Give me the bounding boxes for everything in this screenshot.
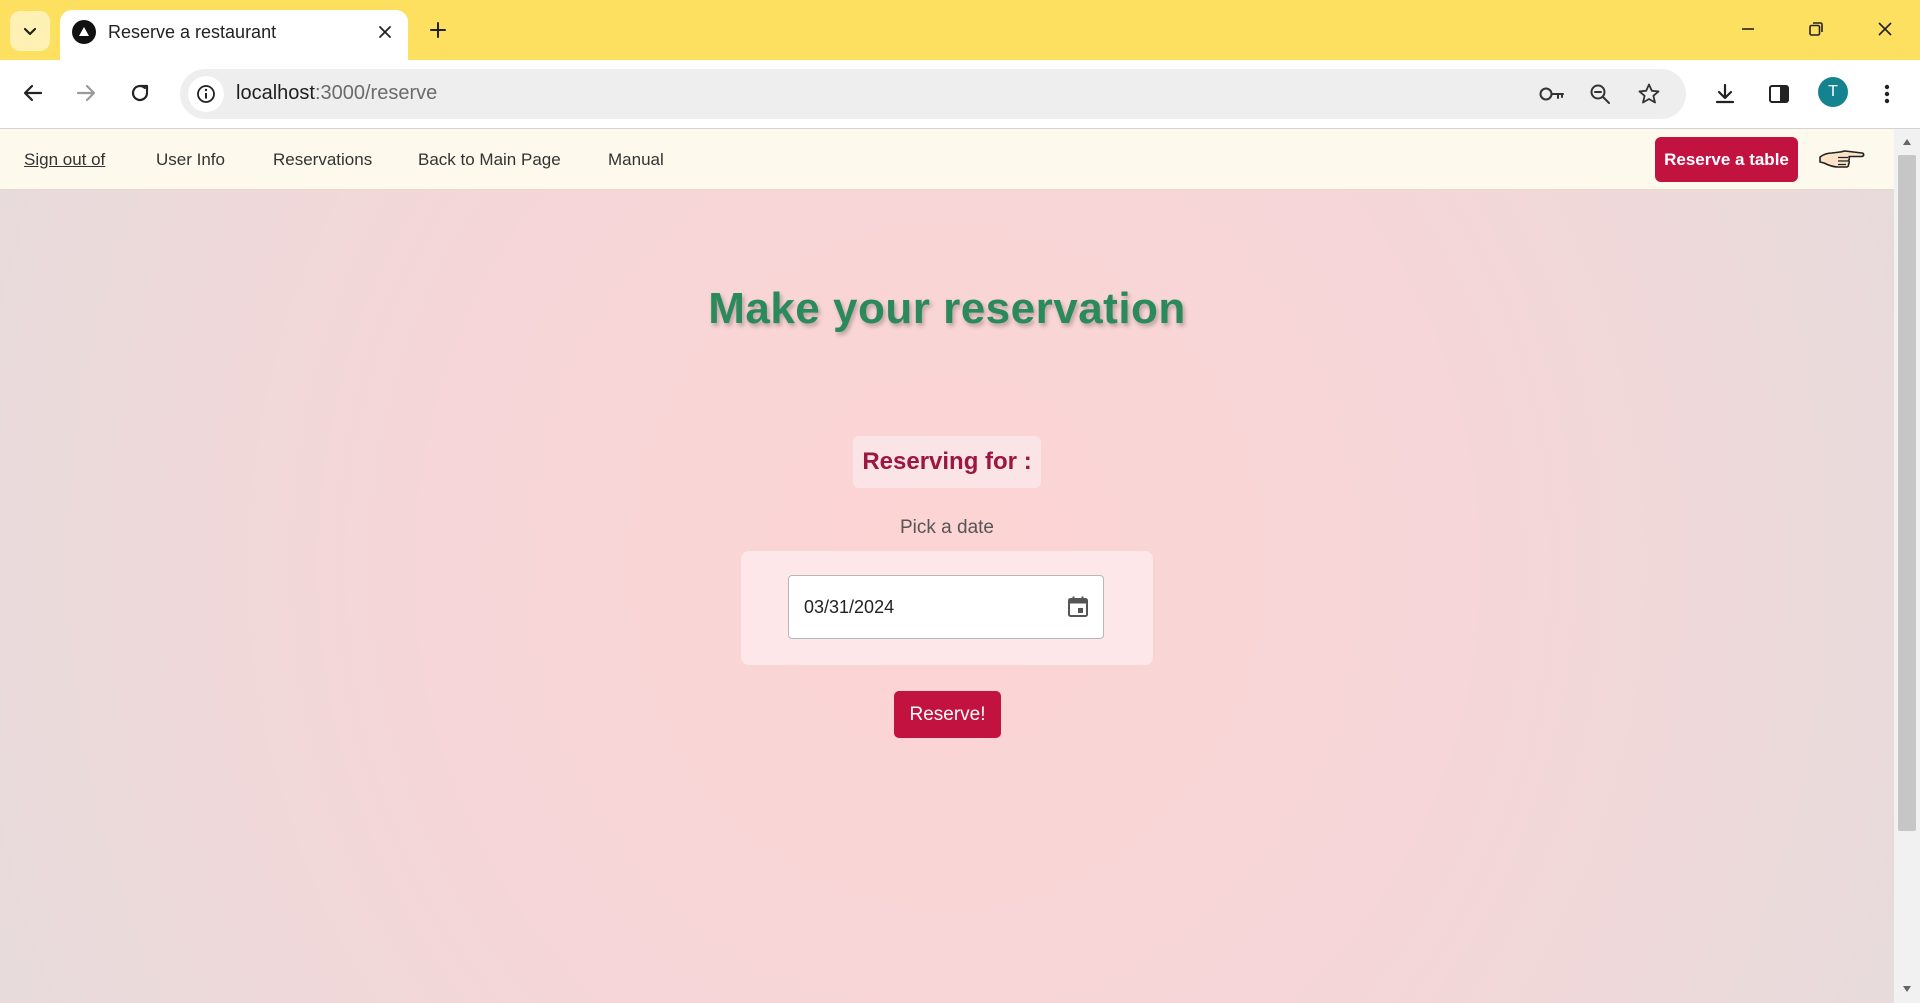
- user-info-link[interactable]: User Info: [156, 150, 225, 170]
- tab-active[interactable]: Reserve a restaurant: [60, 10, 408, 60]
- more-vertical-icon: [1884, 84, 1890, 104]
- arrow-left-icon: [23, 84, 43, 102]
- tab-title: Reserve a restaurant: [108, 22, 277, 42]
- page-scrollbar[interactable]: [1894, 129, 1920, 1003]
- site-navbar: Sign out of User Info Reservations Back …: [0, 129, 1894, 190]
- manual-link[interactable]: Manual: [608, 150, 664, 170]
- date-input[interactable]: 03/31/2024: [788, 575, 1104, 639]
- key-icon: [1539, 87, 1564, 101]
- browser-menu-button[interactable]: [1869, 76, 1905, 112]
- arrow-right-icon: [76, 84, 96, 102]
- date-picker-card: 03/31/2024: [741, 551, 1153, 665]
- browser-tabstrip: Reserve a restaurant: [0, 0, 1920, 60]
- triangle-down-icon: [1903, 986, 1911, 992]
- tab-close-button[interactable]: [372, 19, 398, 45]
- chevron-down-icon: [23, 27, 37, 36]
- scrollbar-thumb[interactable]: [1898, 155, 1916, 831]
- url-path: :3000/reserve: [314, 82, 438, 104]
- site-info-button[interactable]: [188, 76, 224, 112]
- triangle-up-icon: [1903, 139, 1911, 145]
- minimize-icon: [1742, 28, 1754, 30]
- info-icon: [197, 85, 215, 103]
- page-title: Make your reservation: [708, 284, 1186, 333]
- forward-button[interactable]: [66, 73, 106, 113]
- url-host: localhost: [236, 82, 315, 104]
- close-icon: [379, 26, 391, 38]
- profile-avatar[interactable]: T: [1818, 77, 1848, 107]
- close-window-button[interactable]: [1857, 6, 1913, 52]
- sign-out-link[interactable]: Sign out of: [24, 150, 105, 170]
- pick-date-label: Pick a date: [900, 517, 994, 538]
- scroll-up-arrow[interactable]: [1899, 134, 1915, 150]
- reload-button[interactable]: [120, 73, 160, 113]
- back-to-main-link[interactable]: Back to Main Page: [418, 150, 561, 170]
- reservations-link[interactable]: Reservations: [273, 150, 372, 170]
- url-text: localhost:3000/reserve: [236, 82, 437, 105]
- reserving-for-label: Reserving for :: [853, 436, 1041, 488]
- side-panel-button[interactable]: [1761, 76, 1797, 112]
- reload-icon: [131, 84, 149, 102]
- password-key-button[interactable]: [1536, 78, 1568, 110]
- scroll-down-arrow[interactable]: [1899, 981, 1915, 997]
- new-tab-button[interactable]: [420, 12, 456, 48]
- pointing-hand-icon: [1819, 150, 1865, 168]
- minimize-button[interactable]: [1720, 6, 1776, 52]
- date-input-value: 03/31/2024: [804, 597, 895, 617]
- calendar-icon[interactable]: [1065, 594, 1091, 620]
- zoom-button[interactable]: [1584, 78, 1616, 110]
- restore-icon: [1809, 22, 1823, 36]
- address-bar[interactable]: localhost:3000/reserve: [180, 69, 1686, 119]
- back-button[interactable]: [13, 73, 53, 113]
- reserve-table-button[interactable]: Reserve a table: [1655, 137, 1798, 182]
- side-panel-icon: [1769, 85, 1789, 103]
- download-icon: [1715, 83, 1735, 104]
- zoom-out-icon: [1590, 84, 1610, 104]
- bookmark-button[interactable]: [1633, 78, 1665, 110]
- downloads-button[interactable]: [1707, 76, 1743, 112]
- triangle-logo-icon: [72, 20, 96, 44]
- star-icon: [1638, 83, 1660, 104]
- restore-button[interactable]: [1788, 6, 1844, 52]
- close-icon: [1878, 22, 1892, 36]
- tab-search-button[interactable]: [10, 11, 50, 51]
- reserve-submit-button[interactable]: Reserve!: [894, 691, 1001, 738]
- plus-icon: [430, 22, 446, 38]
- browser-toolbar: localhost:3000/reserve T: [0, 60, 1920, 129]
- page-viewport: Sign out of User Info Reservations Back …: [0, 129, 1894, 1003]
